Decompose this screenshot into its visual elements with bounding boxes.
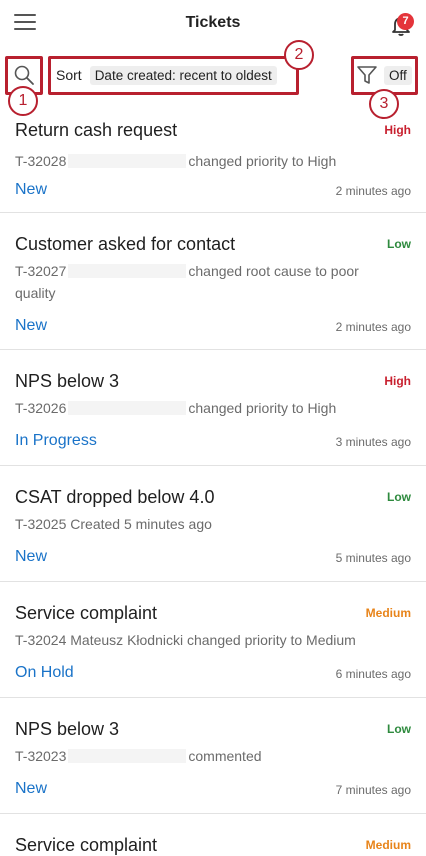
ticket-title: CSAT dropped below 4.0 (15, 487, 215, 507)
ticket-item[interactable]: NPS below 3 High T-32026 changed priority… (0, 350, 426, 466)
ticket-id: T-32025 (15, 516, 67, 532)
app-header: Tickets 7 (0, 0, 426, 48)
ticket-action: changed priority to High (188, 153, 337, 169)
filter-status: Off (384, 65, 412, 85)
ticket-item[interactable]: CSAT dropped below 4.0 Low T-32025 Creat… (0, 466, 426, 582)
ticket-id: T-32023 (15, 748, 67, 764)
page-title: Tickets (185, 14, 241, 31)
ticket-id: T-32028 (15, 153, 67, 169)
priority-label: High (384, 374, 411, 388)
ticket-time: 2 minutes ago (335, 320, 411, 334)
ticket-activity: T-32027 changed root cause to poor qualit… (15, 260, 375, 304)
sort-control[interactable]: Sort Date created: recent to oldest (49, 56, 298, 94)
ticket-action: commented (188, 748, 262, 764)
ticket-activity: T-32023 commented (15, 745, 375, 767)
ticket-status: New (15, 317, 48, 334)
redacted-name (68, 749, 187, 763)
notification-badge: 7 (397, 13, 414, 30)
ticket-toolbar: Sort Date created: recent to oldest Off (0, 56, 426, 96)
ticket-activity: T-32028 changed priority to High (15, 150, 375, 172)
callout-number-1: 1 (8, 86, 38, 116)
ticket-title: NPS below 3 (15, 719, 120, 739)
ticket-item[interactable]: NPS below 3 Low T-32023 commented New 7 m… (0, 698, 426, 814)
filter-funnel-icon (357, 66, 377, 84)
ticket-id: T-32024 (15, 632, 67, 648)
redacted-name (68, 264, 187, 278)
priority-label: Medium (365, 606, 411, 620)
ticket-status: On Hold (15, 664, 74, 681)
ticket-title: Service complaint (15, 603, 158, 623)
ticket-time: 6 minutes ago (335, 667, 411, 681)
ticket-id: T-32027 (15, 263, 67, 279)
sort-value: Date created: recent to oldest (89, 65, 277, 85)
ticket-action: changed root cause to poor quality (15, 263, 359, 301)
ticket-activity: T-32026 changed priority to High (15, 397, 375, 419)
ticket-action: Mateusz Kłodnicki changed priority to Me… (70, 632, 356, 648)
redacted-name (68, 154, 187, 168)
search-icon (14, 65, 34, 85)
ticket-item[interactable]: Service complaint Medium T-32024 Mateusz… (0, 582, 426, 698)
ticket-title: Return cash request (15, 120, 178, 140)
ticket-action: Created 5 minutes ago (70, 516, 212, 532)
ticket-time: 2 minutes ago (335, 184, 411, 198)
ticket-item[interactable]: Return cash request High T-32028 changed … (0, 116, 426, 213)
ticket-title: NPS below 3 (15, 371, 120, 391)
ticket-status: New (15, 548, 48, 565)
ticket-time: 5 minutes ago (335, 551, 411, 565)
priority-label: Low (387, 722, 411, 736)
ticket-status: In Progress (15, 432, 97, 449)
ticket-list: Return cash request High T-32028 changed … (0, 116, 426, 856)
ticket-item[interactable]: Customer asked for contact Low T-32027 ch… (0, 213, 426, 350)
priority-label: High (384, 123, 411, 137)
ticket-time: 7 minutes ago (335, 783, 411, 797)
ticket-id: T-32026 (15, 400, 67, 416)
ticket-title: Customer asked for contact (15, 234, 236, 254)
callout-number-3: 3 (369, 89, 399, 119)
ticket-status: New (15, 780, 48, 797)
ticket-activity: T-32024 Mateusz Kłodnicki changed priori… (15, 629, 415, 651)
callout-number-2: 2 (284, 40, 314, 70)
priority-label: Medium (365, 838, 411, 852)
ticket-item[interactable]: Service complaint Medium (0, 814, 426, 856)
ticket-title: Service complaint (15, 835, 158, 855)
ticket-action: changed priority to High (188, 400, 337, 416)
priority-label: Low (387, 237, 411, 251)
ticket-activity: T-32025 Created 5 minutes ago (15, 513, 375, 535)
sort-label: Sort (56, 67, 82, 83)
redacted-name (68, 401, 187, 415)
ticket-time: 3 minutes ago (335, 435, 411, 449)
priority-label: Low (387, 490, 411, 504)
ticket-status: New (15, 181, 48, 198)
